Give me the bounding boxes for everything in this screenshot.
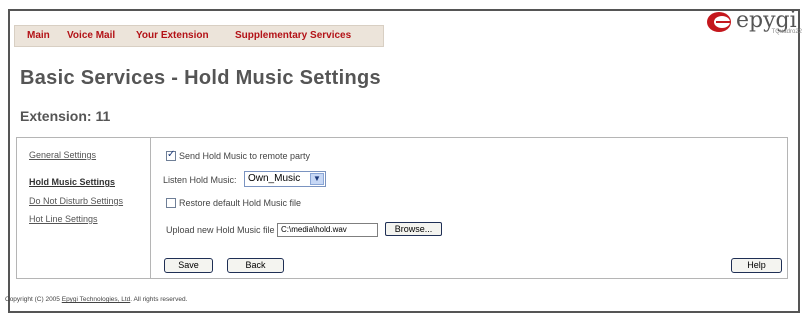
help-button[interactable]: Help <box>731 258 782 273</box>
top-nav-bar: Main Voice Mail Your Extension Supplemen… <box>14 25 384 47</box>
footer-prefix: Copyright (C) 2005 <box>5 296 62 303</box>
epygi-logo-icon <box>707 12 731 32</box>
chevron-down-icon[interactable]: ▼ <box>310 173 324 185</box>
nav-main[interactable]: Main <box>27 30 50 41</box>
upload-file-path-input[interactable]: C:\media\hold.wav <box>277 223 378 237</box>
browse-button[interactable]: Browse... <box>385 222 442 236</box>
page-title: Basic Services - Hold Music Settings <box>20 67 381 89</box>
copyright-footer: Copyright (C) 2005 Epygi Technologies, L… <box>5 296 187 303</box>
logo-subtitle: TQuadro22 <box>771 29 802 35</box>
send-hold-music-label: Send Hold Music to remote party <box>179 151 311 161</box>
sidebar-item-general-settings[interactable]: General Settings <box>29 150 96 160</box>
settings-panel: General Settings Hold Music Settings Do … <box>16 137 788 279</box>
footer-suffix: . All rights reserved. <box>130 296 188 303</box>
epygi-company-link[interactable]: Epygi Technologies, Ltd <box>62 296 131 303</box>
sidebar-item-hot-line-settings[interactable]: Hot Line Settings <box>29 214 98 224</box>
save-button[interactable]: Save <box>164 258 213 273</box>
send-hold-music-checkbox[interactable] <box>166 149 176 161</box>
nav-your-extension[interactable]: Your Extension <box>136 30 209 41</box>
sidebar-item-do-not-disturb[interactable]: Do Not Disturb Settings <box>29 196 123 206</box>
sidebar-item-hold-music-settings[interactable]: Hold Music Settings <box>29 177 115 187</box>
nav-supplementary-services[interactable]: Supplementary Services <box>235 30 351 41</box>
upload-hold-music-label: Upload new Hold Music file <box>166 225 275 235</box>
epygi-logo: epygi TQuadro22 <box>706 8 802 38</box>
restore-default-checkbox[interactable] <box>166 198 176 208</box>
settings-sidebar: General Settings Hold Music Settings Do … <box>17 138 151 278</box>
extension-title: Extension: 11 <box>20 108 111 124</box>
restore-default-label: Restore default Hold Music file <box>179 198 302 208</box>
nav-voice-mail[interactable]: Voice Mail <box>67 30 115 41</box>
listen-hold-music-label: Listen Hold Music: <box>163 175 237 185</box>
listen-hold-music-value: Own_Music <box>248 173 301 184</box>
back-button[interactable]: Back <box>227 258 284 273</box>
listen-hold-music-select[interactable]: Own_Music ▼ <box>244 171 326 187</box>
